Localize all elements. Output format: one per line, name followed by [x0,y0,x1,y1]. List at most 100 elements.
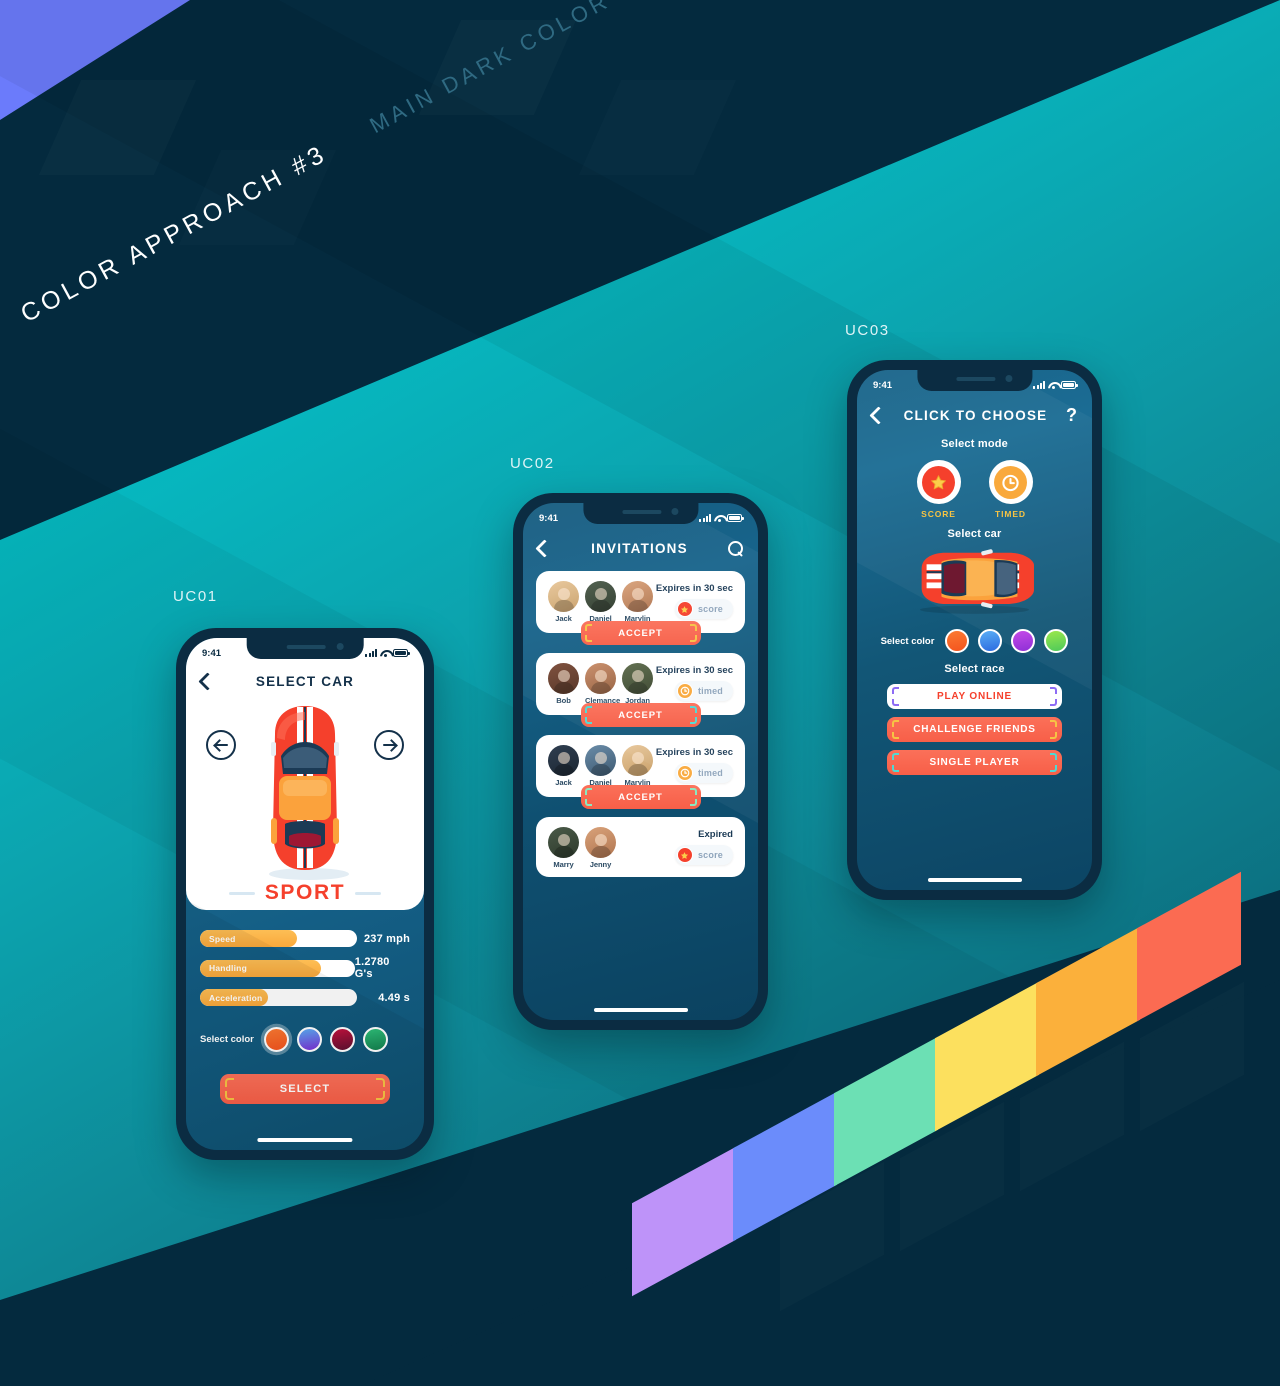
phone-notch [246,638,364,659]
invitation-card[interactable]: Jack Daniel Marylin Expires in 30 sec score A… [536,571,745,645]
bracket-tr [689,624,697,631]
palette-swatch-mint [834,1036,938,1187]
signal-icon [699,514,711,522]
player-name: Bob [556,696,571,705]
stat-row: Handling 1.2780 G's [200,956,410,980]
back-icon[interactable] [869,405,888,425]
bracket-tl [584,624,592,631]
color-swatch-crimson[interactable] [329,1027,355,1052]
back-icon[interactable] [198,671,217,691]
accept-button-label: ACCEPT [618,791,663,803]
color-swatch-purple[interactable] [1011,629,1036,653]
invitation-status: Expires in 30 sec timed [656,663,733,707]
invitation-status: Expires in 30 sec timed [656,745,733,789]
bracket-bl [892,699,899,706]
bracket-bl [892,765,899,772]
star-icon [922,465,955,499]
player: Clemance [585,663,620,707]
star-icon [676,601,693,617]
bracket-tl [225,1078,234,1087]
car-stats: Speed 237 mph Handling 1.2780 G's Accelerati… [200,930,410,1015]
bracket-bl [584,799,592,806]
bracket-br [376,1091,385,1100]
arrow-right-icon [382,743,396,747]
home-indicator [593,1008,688,1012]
race-button-challenge-friends[interactable]: CHALLENGE FRIENDS [887,717,1062,742]
status-time: 9:41 [873,379,893,391]
stat-label: Speed [209,933,236,944]
mode-badge: timed [674,681,733,701]
color-swatch-green[interactable] [362,1027,388,1052]
race-button-single-player[interactable]: SINGLE PLAYER [887,750,1062,775]
prev-car-button[interactable] [206,730,236,760]
bracket-bl [584,717,592,724]
question-mark-icon[interactable]: ? [1066,406,1077,424]
player: Daniel [585,745,616,789]
color-swatch-orange[interactable] [263,1027,289,1052]
avatar [622,663,653,694]
select-mode-title: Select mode [940,438,1008,450]
bracket-tl [584,788,592,795]
color-swatch-green[interactable] [1044,629,1069,653]
color-swatch-orange[interactable] [945,629,970,653]
avatar [548,745,579,776]
accept-button[interactable]: ACCEPT [580,703,701,727]
race-button-label: CHALLENGE FRIENDS [913,724,1036,735]
player-avatars: Bob Clemance Jordan [548,663,653,707]
mode-circle [988,460,1033,504]
accept-button-label: ACCEPT [618,627,663,639]
mode-badge-label: score [697,850,723,860]
color-swatch-blue[interactable] [978,629,1003,653]
uc03-navbar: CLICK TO CHOOSE ? [857,398,1092,432]
invitation-status: Expires in 30 sec score [656,581,733,625]
mode-option-timed[interactable]: TIMED [988,460,1033,519]
phone-uc02: 9:41 INVITATIONS Jack Daniel Marylin Expire… [513,493,768,1030]
player-name: Marry [553,860,574,869]
palette-swatch-yellow [935,981,1039,1132]
clock-glyph [1002,474,1019,491]
search-icon[interactable] [727,540,743,556]
invitation-card[interactable]: Marry Jenny Expired score [536,817,745,877]
invitations-list: Jack Daniel Marylin Expires in 30 sec score A… [536,571,745,888]
notch-camera [671,508,679,515]
signal-icon [365,649,377,657]
invitation-card[interactable]: Bob Clemance Jordan Expires in 30 sec timed A… [536,653,745,727]
player: Bob [548,663,579,707]
mode-option-score[interactable]: SCORE [916,460,961,519]
accept-button[interactable]: ACCEPT [580,621,701,645]
palette-swatch-blue [733,1091,837,1242]
mode-label-timed: TIMED [995,509,1026,519]
avatar [585,745,616,776]
invitation-card[interactable]: Jack Daniel Marylin Expires in 30 sec timed A… [536,735,745,809]
bracket-br [1050,699,1057,706]
player-avatars: Marry Jenny [548,827,616,869]
bracket-br [689,635,697,642]
color-selector-label: Select color [880,635,935,647]
bracket-tr [1050,753,1057,760]
stat-label: Acceleration [209,992,263,1003]
star-icon [676,847,693,863]
back-icon[interactable] [535,538,554,558]
status-icons [1033,381,1078,390]
player: Jordan [622,663,653,707]
accept-button[interactable]: ACCEPT [580,785,701,809]
notch-speaker [286,645,326,649]
avatar [548,663,579,694]
divider-dash [355,891,382,895]
select-button[interactable]: SELECT [220,1074,390,1104]
select-button-label: SELECT [279,1083,331,1095]
stat-row: Speed 237 mph [200,930,410,947]
bracket-tl [892,687,899,694]
bracket-tl [892,720,899,727]
mode-badge-label: timed [697,686,723,696]
palette-swatch-orange [1036,926,1140,1077]
player: Daniel [585,581,616,625]
race-buttons: PLAY ONLINE CHALLENGE FRIENDS SINGLE PLAYE… [857,684,1092,775]
color-selector-label: Select color [200,1034,254,1045]
color-swatch-blue-purple[interactable] [296,1027,322,1052]
phone-notch [582,503,699,524]
expiry-text: Expires in 30 sec [655,747,733,758]
label-uc03: UC03 [845,322,890,339]
race-button-play-online[interactable]: PLAY ONLINE [887,684,1062,709]
next-car-button[interactable] [374,730,404,760]
